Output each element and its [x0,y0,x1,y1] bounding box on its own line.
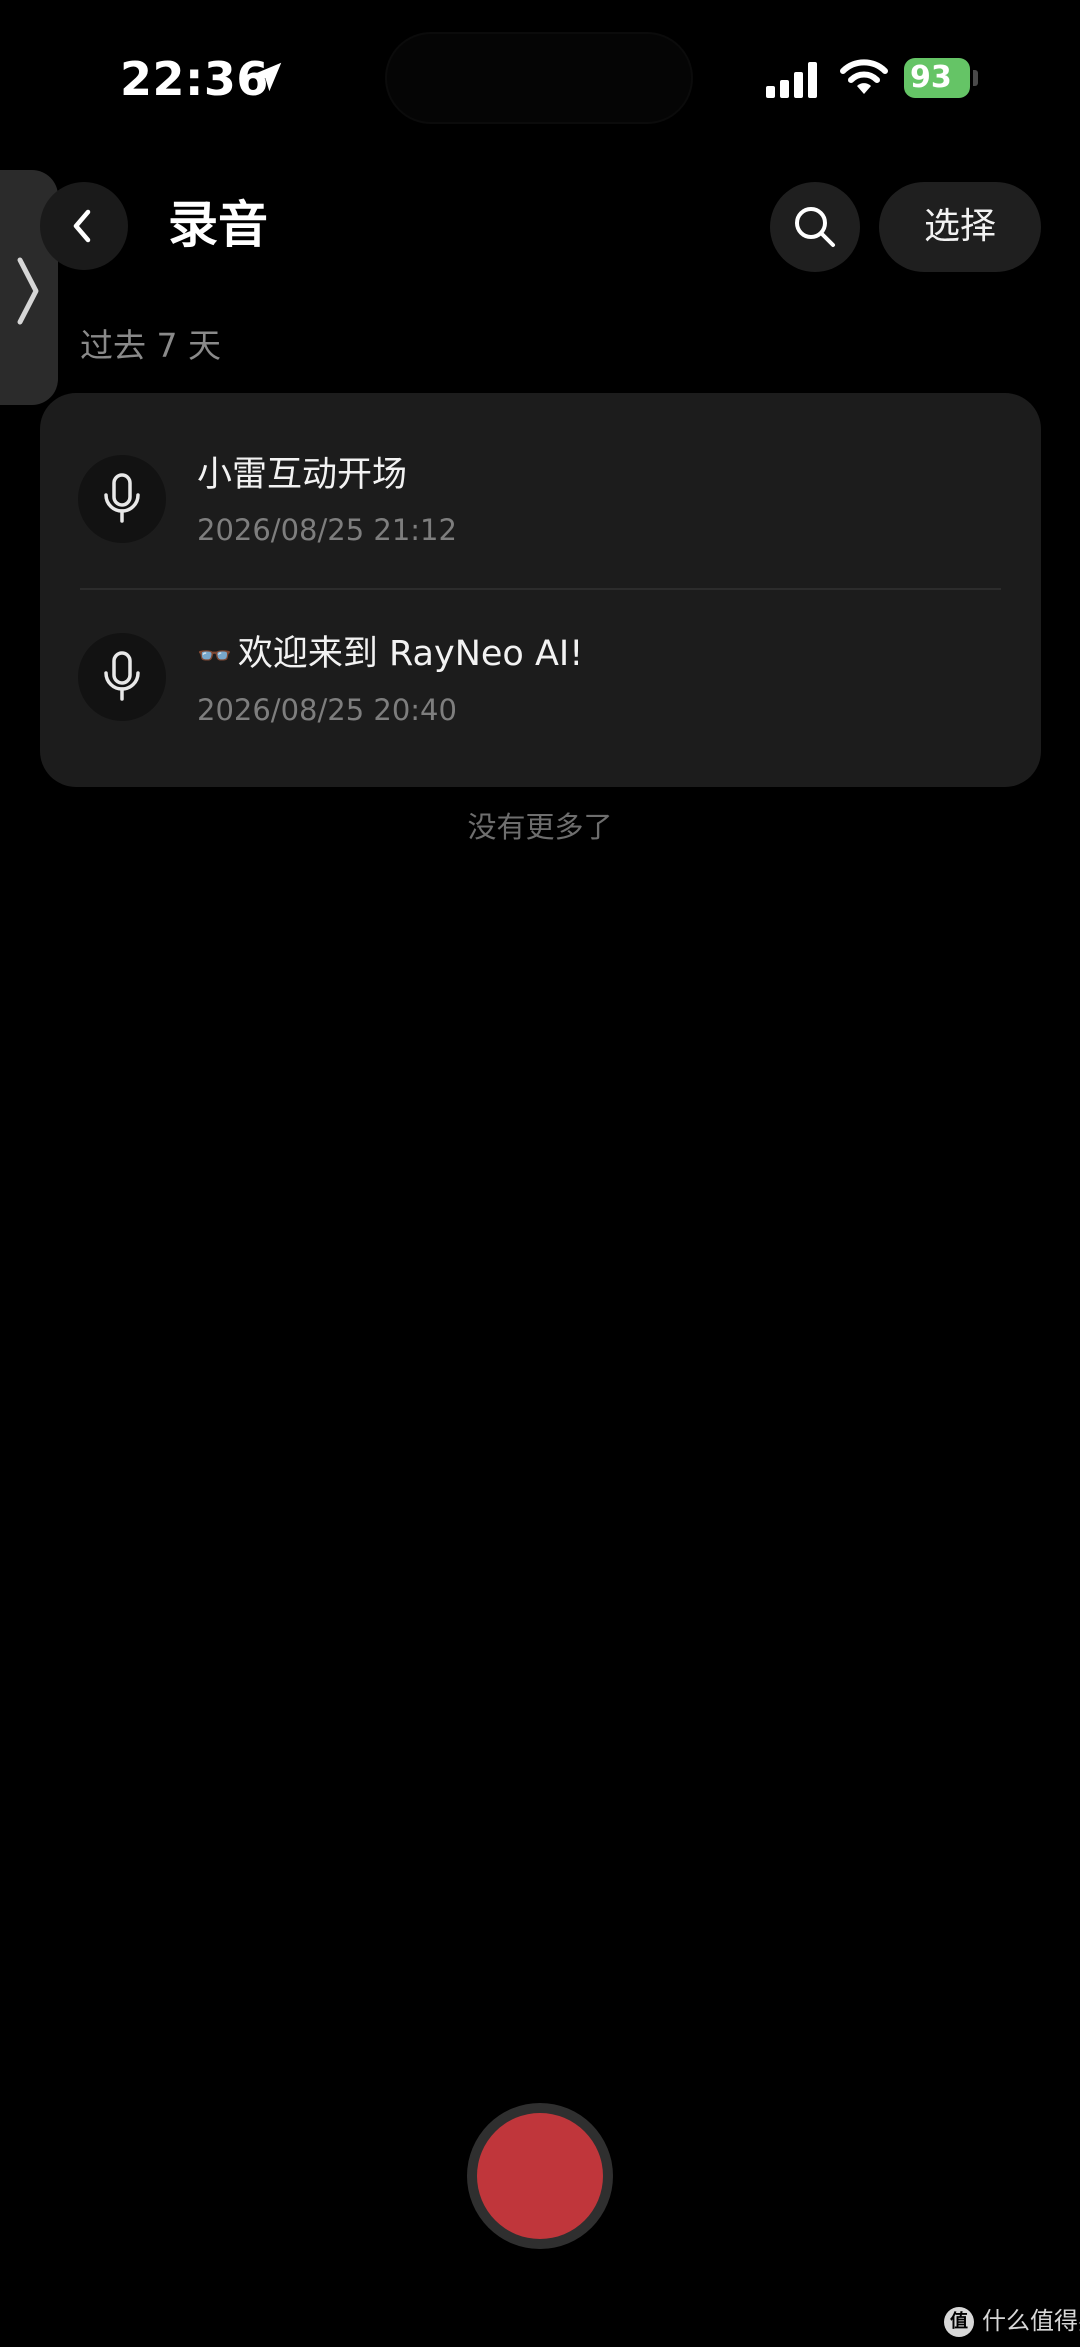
recordings-screen: 22:36 93 录音 选择 过去 7 天 小雷互动开场 2026/08/25 … [0,0,1080,2347]
end-of-list-note: 没有更多了 [467,810,613,844]
location-arrow-icon [252,62,282,92]
status-time: 22:36 [120,52,269,106]
page-title: 录音 [168,196,268,254]
battery-cap [973,70,978,86]
microphone-icon [104,473,140,523]
recording-icon-badge [78,455,166,543]
recording-title-text: 欢迎来到 RayNeo AI! [237,634,584,674]
record-button[interactable] [467,2103,613,2249]
wifi-icon [840,59,888,94]
recording-timestamp: 2026/08/25 20:40 [197,693,457,727]
recordings-list: 小雷互动开场 2026/08/25 21:12 👓 欢迎来到 RayNeo AI!… [40,393,1041,787]
cellular-signal-icon [766,62,817,98]
back-button[interactable] [40,182,128,270]
recording-icon-badge [78,633,166,721]
recording-item[interactable]: 👓 欢迎来到 RayNeo AI! 2026/08/25 20:40 [40,590,1041,787]
search-button[interactable] [770,182,860,272]
recording-timestamp: 2026/08/25 21:12 [197,513,457,547]
recording-title: 小雷互动开场 [197,455,408,495]
microphone-icon [104,651,140,701]
chevron-right-icon [17,257,39,325]
search-icon [795,207,835,247]
status-bar: 22:36 93 [0,0,1080,150]
record-button-dot [477,2113,603,2239]
battery-level: 93 [910,60,952,95]
section-label: 过去 7 天 [80,326,221,365]
glasses-emoji-icon: 👓 [197,639,232,672]
chevron-left-icon [73,209,91,243]
recording-title: 👓 欢迎来到 RayNeo AI! [197,630,583,680]
watermark: 值什么值得买 [944,2306,1080,2337]
watermark-logo-icon: 值 [944,2307,974,2337]
watermark-text: 什么值得买 [982,2307,1080,2335]
recording-item[interactable]: 小雷互动开场 2026/08/25 21:12 [40,393,1041,589]
select-button[interactable]: 选择 [879,182,1041,272]
dynamic-island [385,32,693,124]
battery-indicator: 93 [904,58,970,98]
